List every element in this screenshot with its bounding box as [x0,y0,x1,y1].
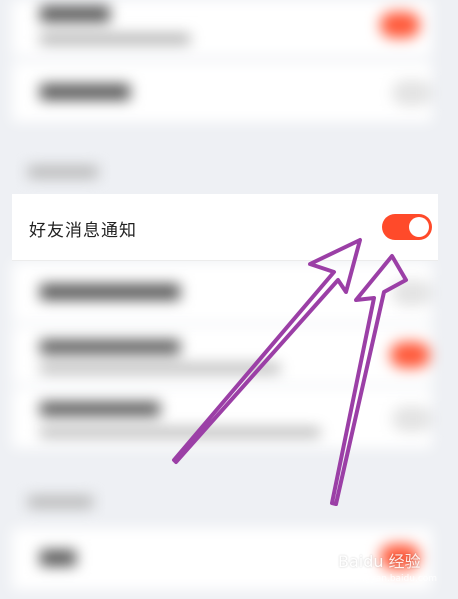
annotation-arrow-left [172,238,362,464]
annotation-arrow-right [330,254,408,506]
baidu-watermark-url: jingyan.baidu.com [354,574,438,584]
baidu-watermark: Baidu 经验 [338,552,421,571]
annotation-arrows [172,238,408,506]
